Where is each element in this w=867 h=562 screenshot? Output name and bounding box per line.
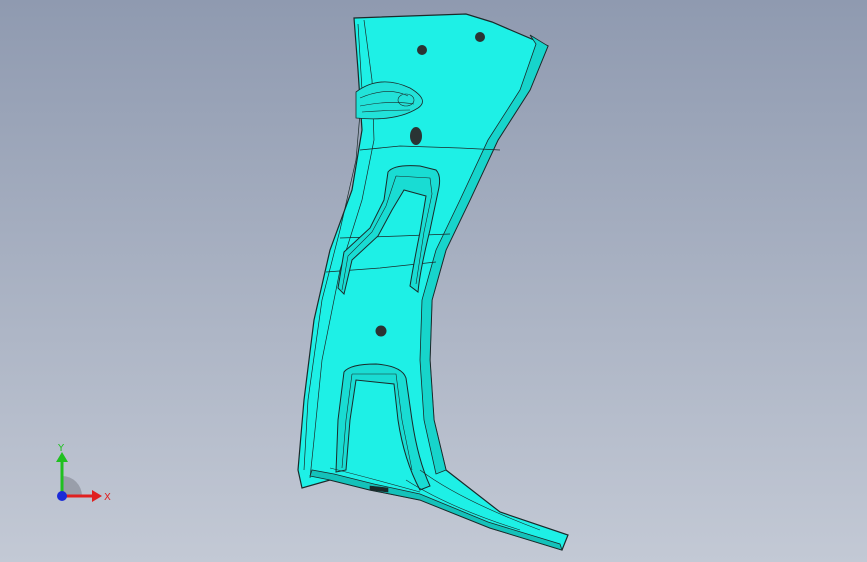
x-axis-arrow-icon xyxy=(92,490,102,502)
sheet-metal-part-model[interactable] xyxy=(0,0,867,562)
x-axis-label: X xyxy=(104,492,111,503)
y-axis-label: Y xyxy=(57,443,65,454)
hole-middle[interactable] xyxy=(375,325,387,337)
hole-oblong-upper[interactable] xyxy=(410,127,422,145)
hole-top-left[interactable] xyxy=(417,45,427,55)
z-axis-dot-icon xyxy=(57,491,67,501)
hole-top-right[interactable] xyxy=(475,32,485,42)
coordinate-triad: Y X xyxy=(56,443,111,503)
3d-viewport[interactable]: Y X xyxy=(0,0,867,562)
